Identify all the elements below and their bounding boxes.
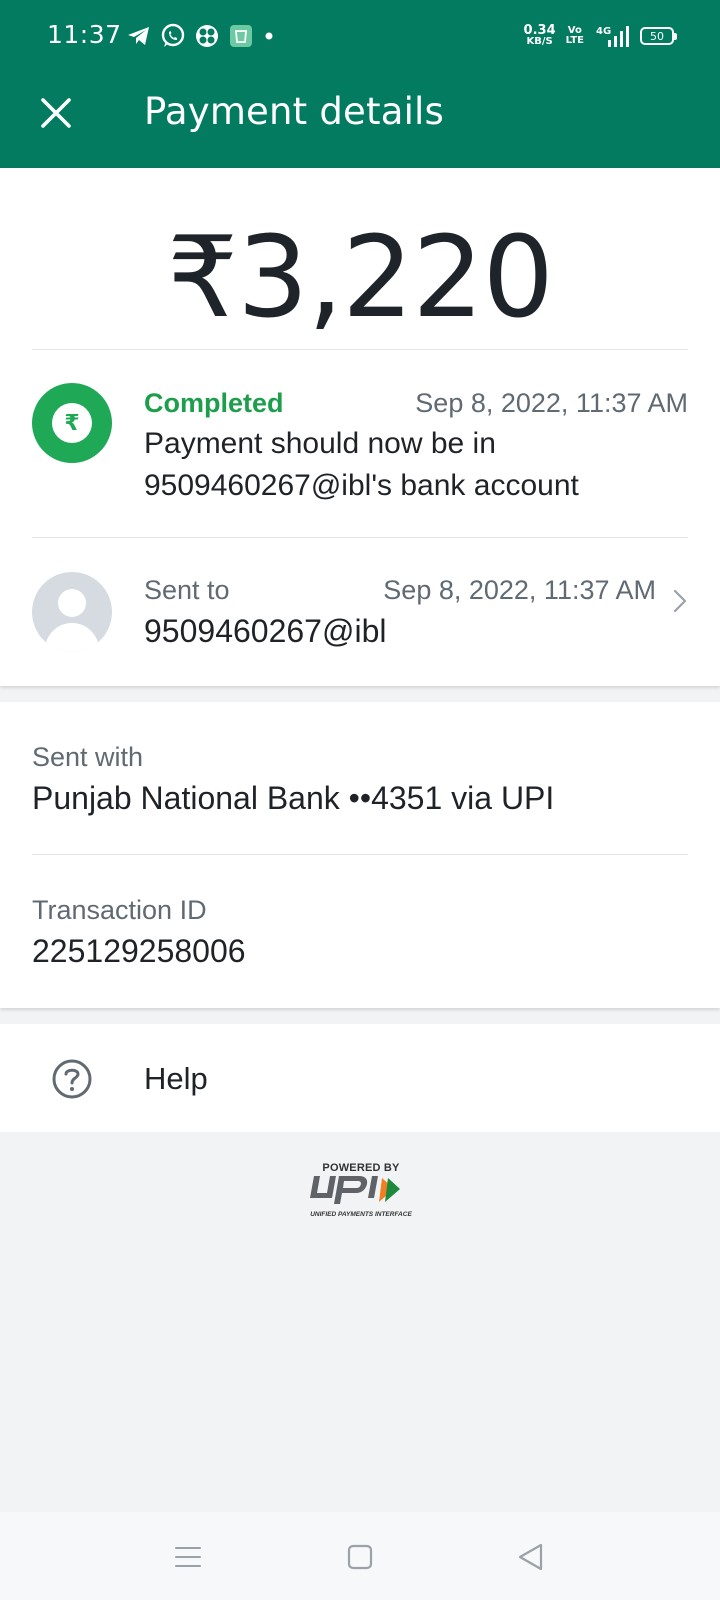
transaction-details-card: Sent with Punjab National Bank ••4351 vi… <box>0 702 720 1008</box>
powered-by-text: POWERED BY <box>322 1162 400 1174</box>
divider <box>32 854 688 855</box>
avatar <box>32 572 112 652</box>
payment-amount: ₹3,220 <box>167 213 554 343</box>
sent-with-label: Sent with <box>32 742 144 772</box>
menu-icon[interactable] <box>173 1542 203 1572</box>
clock: 11:37 <box>47 20 122 49</box>
chevron-right-icon[interactable] <box>672 588 688 614</box>
upi-logo-mark <box>310 1176 400 1204</box>
sent-with-value: Punjab National Bank ••4351 via UPI <box>32 780 555 816</box>
whatsapp-icon <box>161 23 185 47</box>
system-icons: 0.34 KB/S Vo LTE 4G 50 <box>523 20 677 52</box>
status-label: Completed <box>144 388 284 418</box>
page-title: Payment details <box>144 90 445 133</box>
transaction-id-value: 225129258006 <box>32 933 246 969</box>
signal-icon: 4G <box>596 26 629 47</box>
status-time: Sep 8, 2022, 11:37 AM <box>415 388 688 418</box>
help-label: Help <box>144 1061 208 1096</box>
battery-icon: 50 <box>640 27 677 45</box>
close-icon <box>41 98 71 128</box>
shopping-icon <box>230 25 252 47</box>
home-icon[interactable] <box>345 1542 375 1572</box>
transaction-id-label: Transaction ID <box>32 895 207 925</box>
svg-text:4G: 4G <box>596 26 611 37</box>
recipient-id: 9509460267@ibl <box>144 613 387 649</box>
network-speed: 0.34 KB/S <box>523 23 556 47</box>
system-nav-bar <box>0 1512 720 1600</box>
sent-time: Sep 8, 2022, 11:37 AM <box>383 575 656 605</box>
status-bar: 11:37 0.34 KB/S Vo LTE 4G 50 <box>0 0 720 70</box>
notification-icons <box>126 22 276 50</box>
volte-indicator: Vo LTE <box>565 25 584 46</box>
status-message: Payment should now be in 9509460267@ibl'… <box>144 427 579 502</box>
rupee-icon: ₹ <box>52 403 92 443</box>
telegram-icon <box>128 27 149 45</box>
app-icon <box>196 25 218 47</box>
divider <box>32 349 688 350</box>
app-header: 11:37 0.34 KB/S Vo LTE 4G 50 Payment det… <box>0 0 720 168</box>
payment-summary-card: ₹3,220 ₹ Completed Sep 8, 2022, 11:37 AM… <box>0 168 720 686</box>
help-icon <box>52 1059 92 1099</box>
help-button[interactable]: Help <box>0 1024 720 1132</box>
dot-icon <box>265 32 273 40</box>
upi-subtitle: UNIFIED PAYMENTS INTERFACE <box>310 1211 412 1218</box>
back-icon[interactable] <box>516 1542 546 1572</box>
upi-logo: POWERED BY UNIFIED PAYMENTS INTERFACE <box>306 1162 416 1218</box>
completed-status-icon: ₹ <box>32 383 112 463</box>
sent-to-label: Sent to <box>144 575 230 605</box>
close-button[interactable] <box>30 87 82 139</box>
